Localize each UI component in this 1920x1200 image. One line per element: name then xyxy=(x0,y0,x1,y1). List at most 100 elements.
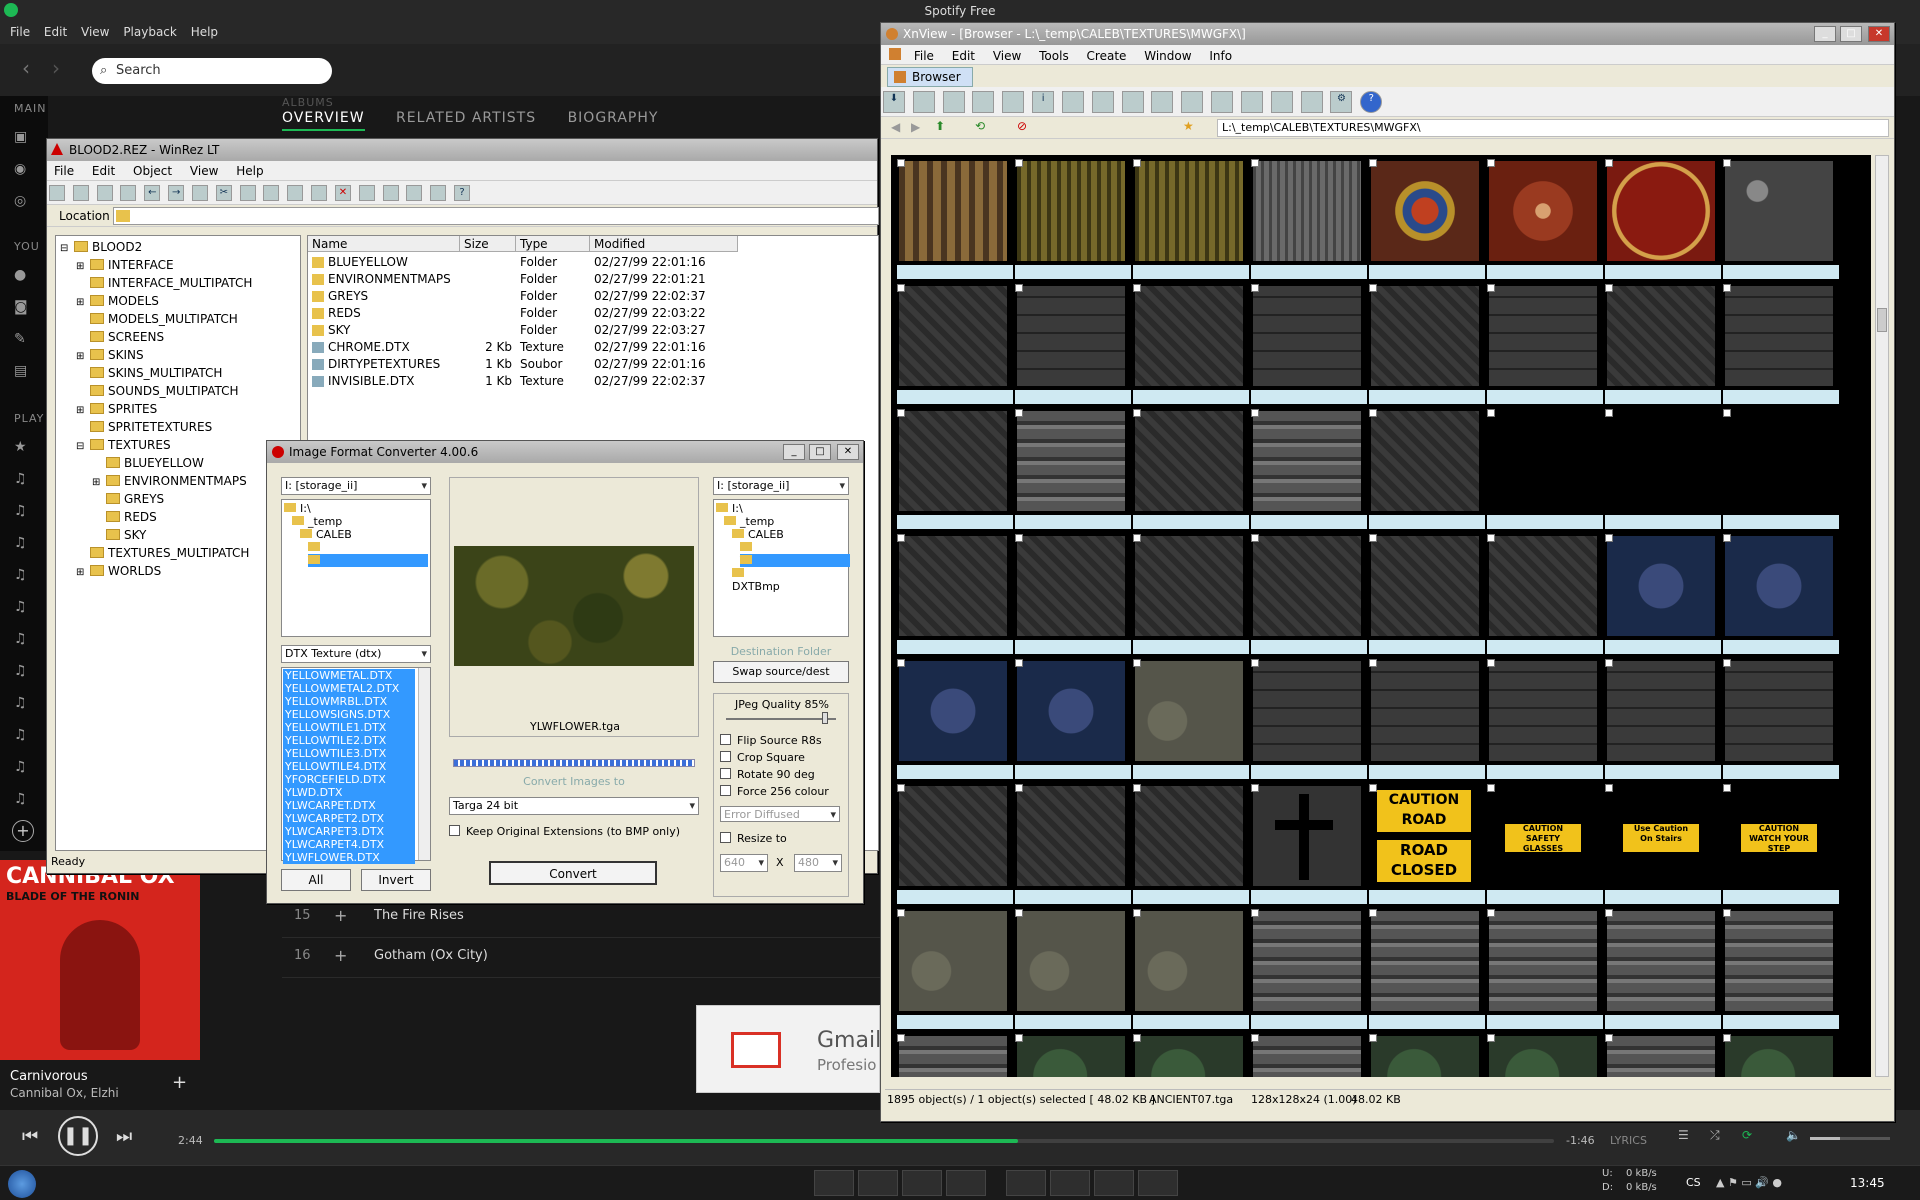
thumbnail-checkbox[interactable] xyxy=(1605,284,1613,292)
dither-select[interactable]: Error Diffused xyxy=(720,806,840,823)
album-art[interactable]: CANNIBAL OX BLADE OF THE RONIN xyxy=(0,860,200,1060)
force-256-option[interactable]: Force 256 colour xyxy=(720,785,829,798)
source-file-item[interactable]: YELLOWTILE2.DTX xyxy=(283,734,415,747)
column-size[interactable]: Size xyxy=(460,236,516,252)
thumbnail-checkbox[interactable] xyxy=(897,784,905,792)
thumbnail-checkbox[interactable] xyxy=(1133,784,1141,792)
thumbnail-checkbox[interactable] xyxy=(1015,784,1023,792)
menu-edit[interactable]: Edit xyxy=(44,22,67,42)
menu-file[interactable]: File xyxy=(47,161,81,181)
thumbnail-checkbox[interactable] xyxy=(1723,659,1731,667)
thumbnail-checkbox[interactable] xyxy=(1251,909,1259,917)
new-playlist-icon[interactable]: + xyxy=(12,820,34,842)
add-track-icon[interactable]: + xyxy=(334,938,347,974)
jpeg-icon[interactable] xyxy=(1002,91,1025,113)
thumbnail[interactable] xyxy=(1015,1034,1133,1077)
thumbnail-checkbox[interactable] xyxy=(1015,1034,1023,1042)
thumbnail-checkbox[interactable] xyxy=(897,409,905,417)
menu-edit[interactable]: Edit xyxy=(85,161,122,181)
thumbnail[interactable] xyxy=(1605,659,1723,781)
favorites-icon[interactable]: ★ xyxy=(1183,119,1194,133)
menu-view[interactable]: View xyxy=(81,22,109,42)
force-256-checkbox[interactable] xyxy=(720,785,731,796)
thumbnail-checkbox[interactable] xyxy=(1133,409,1141,417)
folder-node[interactable]: TEXTURES xyxy=(740,541,857,567)
thumbnail[interactable] xyxy=(1723,409,1841,531)
source-file-item[interactable]: YLWD.DTX xyxy=(283,786,415,799)
thumbnail-checkbox[interactable] xyxy=(1369,909,1377,917)
forward-icon[interactable]: ▶ xyxy=(911,120,920,134)
thumbnail-checkbox[interactable] xyxy=(1251,409,1259,417)
source-file-item[interactable]: YELLOWMETAL2.DTX xyxy=(283,682,415,695)
tree-node[interactable]: ⊞ MODELS xyxy=(76,292,159,310)
file-row[interactable]: DIRTYPETEXTURES 1 Kb Soubor 02/27/99 22:01:… xyxy=(308,356,880,373)
thumbnail-checkbox[interactable] xyxy=(897,1034,905,1042)
thumbnail-checkbox[interactable] xyxy=(1487,159,1495,167)
thumbnail[interactable] xyxy=(1369,909,1487,1031)
tree-node[interactable]: ⊞ SKINS xyxy=(76,346,144,364)
track-row[interactable]: 15 + The Fire Rises xyxy=(282,898,882,938)
thumbnail[interactable] xyxy=(897,409,1015,531)
add-icon[interactable] xyxy=(311,185,328,201)
thumbnail[interactable] xyxy=(1487,409,1605,531)
swap-button[interactable]: Swap source/dest xyxy=(713,661,849,683)
playback-progress[interactable] xyxy=(214,1139,1554,1143)
thumbnail-checkbox[interactable] xyxy=(1015,909,1023,917)
thumbnail-checkbox[interactable] xyxy=(1723,534,1731,542)
thumbnail[interactable] xyxy=(1723,534,1841,656)
tree-node[interactable]: SKINS_MULTIPATCH xyxy=(76,364,222,382)
back-icon[interactable]: ◀ xyxy=(891,120,900,134)
thumbnail[interactable] xyxy=(1251,659,1369,781)
source-file-item[interactable]: YLWCARPET3.DTX xyxy=(283,825,415,838)
move-icon[interactable] xyxy=(1061,91,1084,113)
thumbnail-checkbox[interactable] xyxy=(1015,534,1023,542)
file-row[interactable]: REDS Folder 02/27/99 22:03:22 xyxy=(308,305,880,322)
tree-node[interactable]: ⊞ WORLDS xyxy=(76,562,161,580)
back-icon[interactable]: ← xyxy=(144,185,161,201)
source-file-item[interactable]: YELLOWMRBL.DTX xyxy=(283,695,415,708)
thumbnail[interactable] xyxy=(1723,659,1841,781)
thumbnail-checkbox[interactable] xyxy=(1487,659,1495,667)
now-playing-title[interactable]: Carnivorous xyxy=(10,1069,88,1084)
thumb-scrollbar[interactable] xyxy=(1875,155,1889,1077)
forward-icon[interactable]: › xyxy=(52,56,60,80)
source-file-item[interactable]: YELLOWTILE4.DTX xyxy=(283,760,415,773)
menu-file[interactable]: File xyxy=(907,46,941,66)
save-track-icon[interactable]: + xyxy=(172,1072,187,1093)
forward-icon[interactable]: → xyxy=(168,185,185,201)
tree-node[interactable]: ⊟ BLOOD2 xyxy=(60,238,142,256)
thumbnail-checkbox[interactable] xyxy=(1605,784,1613,792)
thumbnail[interactable] xyxy=(1133,534,1251,656)
menu-edit[interactable]: Edit xyxy=(945,46,982,66)
thumbnail-checkbox[interactable] xyxy=(1251,784,1259,792)
grid-icon[interactable] xyxy=(1300,91,1323,113)
thumbnail-checkbox[interactable] xyxy=(1369,284,1377,292)
playlist-icon[interactable]: ♫ xyxy=(14,568,30,582)
copy-icon[interactable] xyxy=(239,185,256,201)
menu-create[interactable]: Create xyxy=(1080,46,1134,66)
thumbnail-checkbox[interactable] xyxy=(1369,534,1377,542)
shuffle-icon[interactable]: ⤮ xyxy=(1710,1128,1720,1143)
thumbnail[interactable] xyxy=(1369,284,1487,406)
thumbnail[interactable] xyxy=(897,784,1015,906)
thumbnail-checkbox[interactable] xyxy=(1133,534,1141,542)
playlist-icon[interactable]: ♫ xyxy=(14,472,30,486)
cut-icon[interactable]: ✂ xyxy=(215,185,232,201)
thumbnail-checkbox[interactable] xyxy=(1605,409,1613,417)
file-row[interactable]: ENVIRONMENTMAPS Folder 02/27/99 22:01:21 xyxy=(308,271,880,288)
scrollbar-thumb[interactable] xyxy=(1877,308,1887,332)
thumbnail[interactable] xyxy=(1487,534,1605,656)
thumbnail-checkbox[interactable] xyxy=(897,159,905,167)
menu-info[interactable]: Info xyxy=(1202,46,1239,66)
tree-node[interactable]: ⊟ TEXTURES xyxy=(76,436,171,454)
thumbnail[interactable] xyxy=(1251,284,1369,406)
taskbar-winrez-icon[interactable] xyxy=(1050,1170,1090,1196)
thumbnail[interactable] xyxy=(1015,409,1133,531)
thumbnail[interactable] xyxy=(1605,534,1723,656)
thumbnail-checkbox[interactable] xyxy=(1369,1034,1377,1042)
folder-node[interactable]: I:\ xyxy=(284,502,371,515)
playlist-icon[interactable]: ♫ xyxy=(14,504,30,518)
menu-view[interactable]: View xyxy=(183,161,225,181)
thumbnail[interactable]: Use Caution On Stairs xyxy=(1605,784,1723,906)
taskbar-converter-icon[interactable] xyxy=(1094,1170,1134,1196)
